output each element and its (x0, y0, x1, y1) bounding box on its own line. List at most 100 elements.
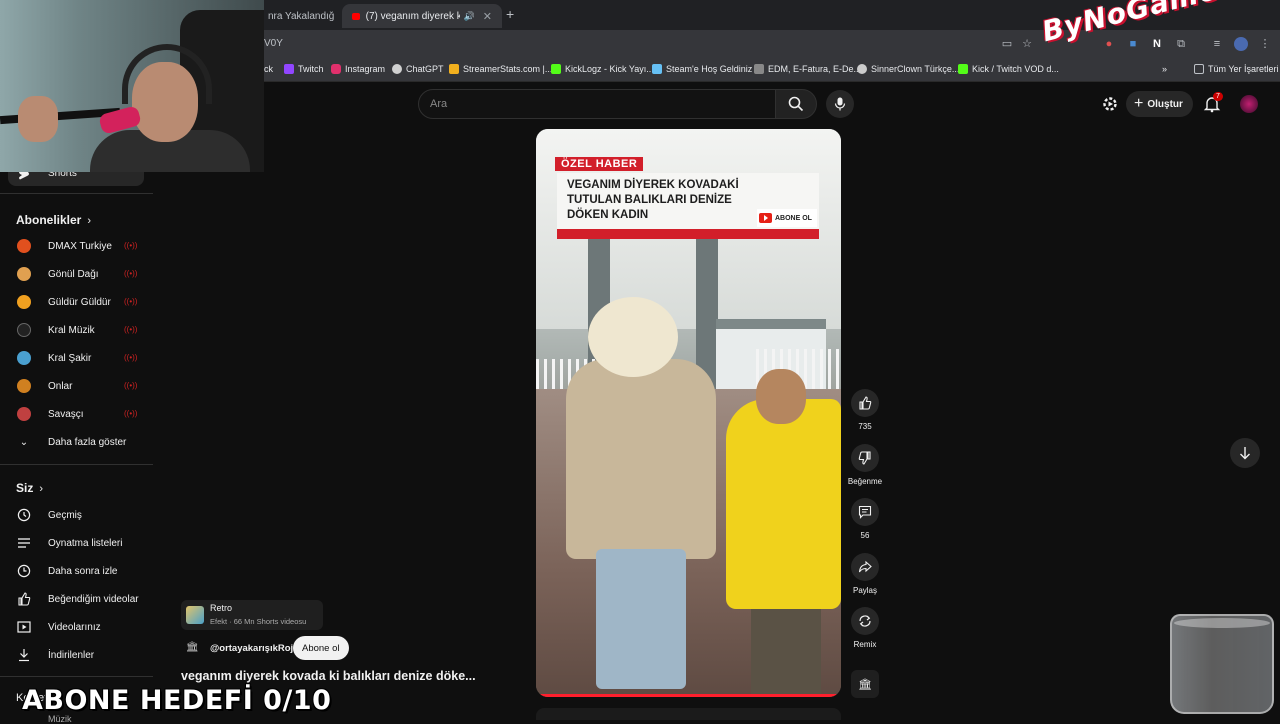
comment-count: 56 (860, 531, 870, 540)
sidebar-channel-kral-sakir[interactable]: Kral Şakir ((•)) (0, 345, 144, 371)
subscriptions-heading-label: Abonelikler (16, 213, 82, 227)
next-short-button[interactable] (1230, 438, 1260, 468)
studio-gear-icon[interactable] (1102, 96, 1118, 112)
video-scene (726, 399, 841, 609)
bookmarks-overflow-icon[interactable]: » (1162, 64, 1167, 74)
download-icon (16, 647, 32, 663)
bookmark-star-icon[interactable]: ☆ (1020, 37, 1034, 51)
sidebar-channel-savasci[interactable]: Savaşçı ((•)) (0, 401, 144, 427)
remix-action: Remix (851, 607, 879, 649)
effect-meta: Efekt · 66 Mn Shorts videosu (210, 617, 307, 626)
bookmark-item[interactable]: ck (264, 64, 273, 74)
dislike-button[interactable] (851, 444, 879, 472)
like-count: 735 (858, 422, 872, 431)
bookmark-item[interactable]: Twitch (284, 64, 324, 74)
new-tab-icon[interactable]: + (506, 6, 514, 22)
browser-tab-active[interactable]: (7) veganım diyerek kovada 🔊 ✕ (342, 4, 502, 28)
dislike-label: Beğenme (847, 477, 883, 486)
show-more-button[interactable]: ⌄ Daha fazla göster (0, 429, 144, 455)
short-title[interactable]: veganım diyerek kovada ki balıkları deni… (181, 669, 476, 683)
like-button[interactable] (851, 389, 879, 417)
cast-icon[interactable]: ▭ (1000, 37, 1014, 51)
sidebar-item-playlists[interactable]: Oynatma listeleri (0, 530, 144, 556)
voice-search-button[interactable] (826, 90, 854, 118)
sidebar-channel-dmax[interactable]: DMAX Turkiye ((•)) (0, 233, 144, 259)
sidebar-item-label: İndirilenler (48, 649, 95, 661)
channel-avatar-icon[interactable]: 🏛 (186, 642, 200, 656)
channel-name: Gönül Dağı (48, 268, 99, 280)
url-field[interactable]: V0Y (264, 38, 283, 49)
share-icon (858, 560, 872, 573)
live-icon: ((•)) (124, 325, 138, 334)
subscriptions-heading[interactable]: Abonelikler › (16, 213, 91, 227)
bookmark-item[interactable]: Steam'e Hoş Geldiniz (652, 64, 752, 74)
webcam-scene (18, 96, 58, 142)
channel-avatar (17, 407, 31, 421)
sidebar-channel-guldur-guldur[interactable]: Güldür Güldür ((•)) (0, 289, 144, 315)
share-button[interactable] (851, 553, 879, 581)
sidebar-item-label: Videolarınız (48, 621, 101, 633)
reading-list-icon[interactable]: ≡ (1210, 37, 1224, 51)
close-tab-icon[interactable]: ✕ (483, 10, 492, 23)
effect-chip[interactable]: Retro Efekt · 66 Mn Shorts videosu (181, 600, 323, 630)
subscribe-button[interactable]: Abone ol (293, 636, 349, 660)
glass-rim (1174, 618, 1270, 628)
edm-icon (754, 64, 764, 74)
sidebar-channel-gonul-dagi[interactable]: Gönül Dağı ((•)) (0, 261, 144, 287)
sidebar-channel-onlar[interactable]: Onlar ((•)) (0, 373, 144, 399)
comment-icon (858, 505, 872, 519)
audio-playing-icon[interactable]: 🔊 (464, 11, 475, 22)
bookmark-label: EDM, E-Fatura, E-De... (768, 64, 862, 74)
live-icon: ((•)) (124, 241, 138, 250)
you-heading[interactable]: Siz › (16, 481, 43, 495)
bookmark-item[interactable]: StreamerStats.com |... (449, 64, 552, 74)
effect-thumbnail (186, 606, 204, 624)
share-label: Paylaş (852, 586, 877, 595)
bookmark-label: Twitch (298, 64, 324, 74)
sidebar-item-watch-later[interactable]: Daha sonra izle (0, 558, 144, 584)
comments-button[interactable] (851, 498, 879, 526)
create-button[interactable]: + Oluştur (1126, 91, 1193, 117)
bookmark-item[interactable]: SinnerClown Türkçe... (857, 64, 959, 74)
bookmark-item[interactable]: ChatGPT (392, 64, 444, 74)
search-icon (788, 96, 804, 112)
bookmark-item[interactable]: Instagram (331, 64, 385, 74)
kicklogz-icon (551, 64, 561, 74)
browser-menu-icon[interactable]: ⋮ (1258, 37, 1272, 51)
create-label: Oluştur (1147, 98, 1183, 110)
microphone-icon (834, 97, 846, 111)
channel-name: Kral Müzik (48, 324, 95, 336)
extension-icon[interactable]: ■ (1126, 37, 1140, 51)
video-progress-bar[interactable] (536, 694, 841, 697)
search-input[interactable]: Ara (418, 89, 776, 119)
sidebar-item-liked-videos[interactable]: Beğendiğim videolar (0, 586, 144, 612)
bookmark-item[interactable]: EDM, E-Fatura, E-De... (754, 64, 861, 74)
channel-thumbnail-button[interactable]: 🏛 (851, 670, 879, 698)
next-short-preview (536, 708, 841, 720)
bookmark-item[interactable]: KickLogz - Kick Yayı... (551, 64, 654, 74)
extension-icon[interactable]: ● (1102, 37, 1116, 51)
bookmark-item[interactable]: Kick / Twitch VOD d... (958, 64, 1059, 74)
extensions-puzzle-icon[interactable]: ⧉ (1174, 37, 1188, 51)
sidebar-item-downloads[interactable]: İndirilenler (0, 642, 144, 668)
all-bookmarks[interactable]: Tüm Yer İşaretleri (1194, 64, 1279, 74)
channel-handle[interactable]: @ortayakarışıkRoj (210, 643, 293, 654)
account-avatar[interactable] (1240, 95, 1258, 113)
notification-count-badge: 7 (1213, 92, 1223, 101)
news-overlay: ÖZEL HABER VEGANIM DİYEREK KOVADAKİ TUTU… (555, 157, 819, 239)
channel-name: Güldür Güldür (48, 296, 111, 308)
video-scene (751, 599, 821, 694)
search-button[interactable] (775, 89, 817, 119)
profile-avatar-icon[interactable] (1234, 37, 1248, 51)
twitch-icon (284, 64, 294, 74)
sidebar-item-your-videos[interactable]: Videolarınız (0, 614, 144, 640)
sidebar-item-history[interactable]: Geçmiş (0, 502, 144, 528)
bookmark-label: KickLogz - Kick Yayı... (565, 64, 654, 74)
remix-label: Remix (853, 640, 877, 649)
notion-extension-icon[interactable]: N (1150, 37, 1164, 51)
chevron-right-icon: › (39, 483, 44, 495)
remix-button[interactable] (851, 607, 879, 635)
sidebar-channel-kral-muzik[interactable]: Kral Müzik ((•)) (0, 317, 144, 343)
webcam-overlay (0, 0, 264, 172)
streamerstats-icon (449, 64, 459, 74)
